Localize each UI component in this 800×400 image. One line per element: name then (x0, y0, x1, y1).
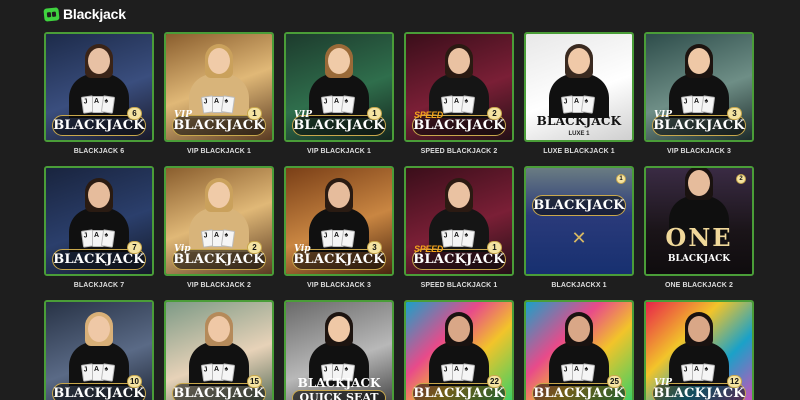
nameplate-text: BLACKJACK (53, 252, 145, 267)
nameplate-text: BLACKJACK (653, 118, 745, 133)
table-number-badge: 2 (247, 241, 262, 254)
game-tile[interactable]: J A ♠ BLACKJACK 15 (164, 300, 274, 400)
game-title-label[interactable]: LUXE BLACKJACK 1 (524, 148, 634, 155)
game-title-label[interactable]: BLACKJACKX 1 (524, 282, 634, 289)
nameplate-text: BLACKJACK (293, 118, 385, 133)
table-number-badge: 7 (127, 241, 142, 254)
quick-seat-label: QUICK SEAT (292, 390, 386, 400)
game-tile[interactable]: J A ♠ BLACKJACK VIP 12 (644, 300, 754, 400)
game-title-label[interactable]: VIP BLACKJACK 2 (164, 282, 274, 289)
game-title-label[interactable]: VIP BLACKJACK 1 (164, 148, 274, 155)
game-tile[interactable]: J A ♠ BLACKJACK LUXE 1 (524, 32, 634, 142)
variant-prefix: VIP (654, 110, 672, 120)
nameplate-text: BLACKJACK (53, 118, 145, 133)
variant-prefix: VIP (174, 110, 192, 120)
game-tile[interactable]: J A ♠ BLACKJACK QUICK SEAT (284, 300, 394, 400)
game-tile[interactable]: J A ♠ BLACKJACK VIP 1 (284, 32, 394, 142)
playing-cards-icon: J A ♠ (560, 95, 602, 116)
table-number-badge: 3 (367, 241, 382, 254)
variant-prefix: SPEED (414, 244, 444, 254)
variant-prefix: VIP (654, 378, 672, 388)
blackjack-cards-icon (43, 6, 60, 22)
playing-cards-icon: J A ♠ (200, 95, 242, 116)
game-tile[interactable]: J A ♠ BLACKJACK Vip 3 (284, 166, 394, 276)
table-number-badge: 22 (487, 375, 502, 388)
table-number-badge: 1 (367, 107, 382, 120)
table-number-badge: 1 (487, 241, 502, 254)
playing-cards-icon: J A ♠ (440, 95, 482, 116)
playing-cards-icon: J A ♠ (680, 95, 722, 116)
table-number-badge: 3 (727, 107, 742, 120)
game-tile[interactable]: J A ♠ BLACKJACK 6 (44, 32, 154, 142)
nameplate-text: BLACKJACK (536, 114, 622, 128)
game-tile[interactable]: J A ♠ BLACKJACK SPEED 1 (404, 166, 514, 276)
table-subtitle: LUXE 1 (568, 131, 590, 137)
dealer-image (669, 168, 729, 240)
playing-cards-icon: J A ♠ (440, 363, 482, 384)
playing-cards-icon: J A ♠ (680, 363, 722, 384)
game-title-label[interactable]: BLACKJACK 7 (44, 282, 154, 289)
nameplate-text: BLACKJACK (173, 386, 265, 400)
nameplate-text: BLACKJACK (413, 118, 505, 133)
playing-cards-icon: J A ♠ (80, 363, 122, 384)
nameplate-text: BLACKJACK (297, 376, 381, 390)
game-tile[interactable]: J A ♠ BLACKJACK 10 (44, 300, 154, 400)
table-number-badge: 10 (127, 375, 142, 388)
nameplate-text: BLACKJACK (413, 252, 505, 267)
game-tile[interactable]: BLACKJACK ✕ 1 (524, 166, 634, 276)
playing-cards-icon: J A ♠ (200, 229, 242, 250)
nameplate-text: BLACKJACK (173, 252, 265, 267)
nameplate-text: BLACKJACK (533, 198, 625, 213)
table-number-badge: 2 (736, 174, 746, 184)
game-tile[interactable]: J A ♠ BLACKJACK 22 (404, 300, 514, 400)
one-logo-subtitle: BLACKJACK (667, 254, 731, 264)
game-tile[interactable]: J A ♠ BLACKJACK VIP 1 (164, 32, 274, 142)
game-title-label[interactable]: BLACKJACK 6 (44, 148, 154, 155)
variant-prefix: SPEED (414, 110, 444, 120)
playing-cards-icon: J A ♠ (440, 229, 482, 250)
game-title-label[interactable]: SPEED BLACKJACK 1 (404, 282, 514, 289)
playing-cards-icon: J A ♠ (320, 95, 362, 116)
nameplate-text: BLACKJACK (413, 386, 505, 400)
table-number-badge: 1 (247, 107, 262, 120)
table-number-badge: 15 (247, 375, 262, 388)
table-number-badge: 1 (616, 174, 626, 184)
game-title-label[interactable]: ONE BLACKJACK 2 (644, 282, 754, 289)
game-title-label[interactable]: SPEED BLACKJACK 2 (404, 148, 514, 155)
game-tile[interactable]: J A ♠ BLACKJACK VIP 3 (644, 32, 754, 142)
playing-cards-icon: J A ♠ (200, 363, 242, 384)
tile-background (526, 168, 632, 274)
variant-prefix: VIP (294, 110, 312, 120)
page-title: Blackjack (63, 6, 126, 22)
variant-prefix: Vip (174, 244, 191, 254)
nameplate-text: BLACKJACK (533, 386, 625, 400)
table-number-badge: 25 (607, 375, 622, 388)
nameplate-text: BLACKJACK (653, 386, 745, 400)
table-number-badge: 6 (127, 107, 142, 120)
game-nameplate: BLACKJACK (532, 195, 626, 216)
nameplate-text: BLACKJACK (173, 118, 265, 133)
game-title-label[interactable]: VIP BLACKJACK 3 (644, 148, 754, 155)
nameplate-text: BLACKJACK (293, 252, 385, 267)
game-tile[interactable]: J A ♠ BLACKJACK Vip 2 (164, 166, 274, 276)
table-number-badge: 12 (727, 375, 742, 388)
playing-cards-icon: J A ♠ (320, 229, 362, 250)
nameplate-text: BLACKJACK (53, 386, 145, 400)
playing-cards-icon: J A ♠ (80, 229, 122, 250)
game-tile[interactable]: J A ♠ BLACKJACK SPEED 2 (404, 32, 514, 142)
table-number-badge: 2 (487, 107, 502, 120)
game-tile[interactable]: J A ♠ BLACKJACK 7 (44, 166, 154, 276)
game-title-label[interactable]: VIP BLACKJACK 1 (284, 148, 394, 155)
game-title-label[interactable]: VIP BLACKJACK 3 (284, 282, 394, 289)
playing-cards-icon: J A ♠ (560, 363, 602, 384)
playing-cards-icon: J A ♠ (80, 95, 122, 116)
game-tile[interactable]: ONE BLACKJACK 2 (644, 166, 754, 276)
game-tile[interactable]: J A ♠ BLACKJACK 25 (524, 300, 634, 400)
one-logo-text: ONE (665, 223, 733, 252)
app-header: Blackjack (0, 0, 800, 28)
variant-prefix: Vip (294, 244, 311, 254)
x-logo-icon: ✕ (571, 228, 587, 249)
